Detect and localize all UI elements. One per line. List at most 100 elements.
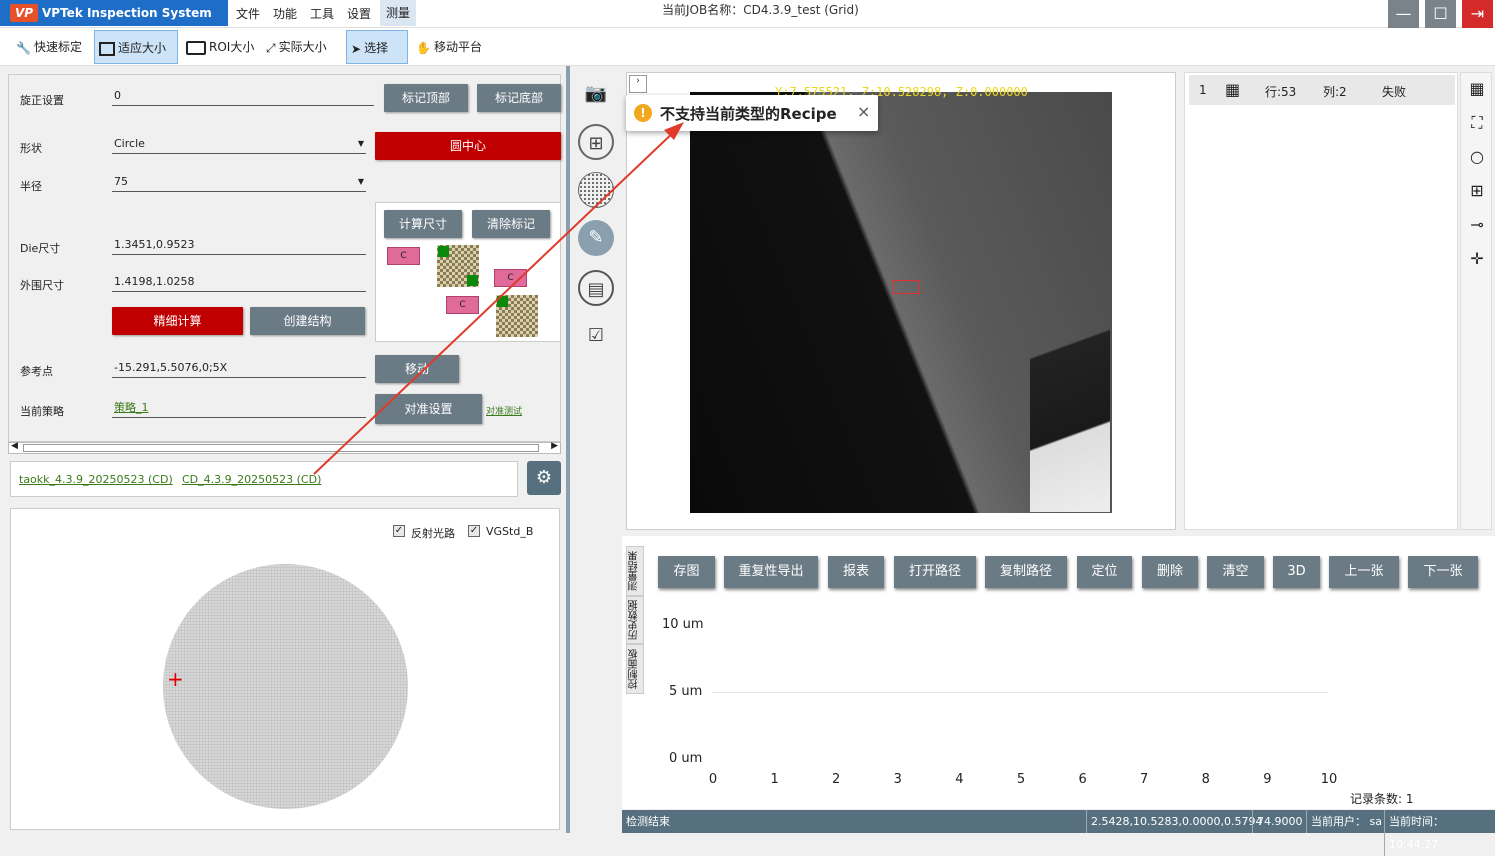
circle-tool-icon[interactable]: ○ [1465, 145, 1489, 169]
x-tick-label: 6 [1078, 772, 1087, 787]
rotation-label: 旋正设置 [20, 94, 64, 107]
x-tick-label: 0 [708, 772, 718, 787]
strategy-label: 当前策略 [20, 405, 64, 418]
vgstd-label: VGStd_B [486, 525, 534, 538]
recipe-link-cd[interactable]: CD_4.3.9_20250523 (CD) [182, 473, 321, 486]
quick-calib-button[interactable]: 🔧 快速标定 [12, 30, 92, 64]
delete-button[interactable]: 删除 [1142, 556, 1198, 588]
view-tools: ▦ ⛶ ○ ⊞ ⊸ ✛ [1460, 72, 1492, 530]
line-tool-icon[interactable]: ⊸ [1465, 213, 1489, 237]
scroll-right-icon[interactable]: ▶ [551, 441, 558, 451]
zoom-in-icon[interactable]: ⊞ [1465, 179, 1489, 203]
menu-function[interactable]: 功能 [273, 5, 297, 22]
wafer-map[interactable] [163, 564, 408, 809]
checklist-icon[interactable]: ☑ [578, 318, 614, 354]
fit-view-icon[interactable]: ⛶ [1465, 111, 1489, 135]
y-tick-label: 10 um [662, 617, 704, 632]
camera-image[interactable] [690, 92, 1112, 513]
marker-square [467, 275, 478, 286]
image-chart-icon[interactable]: ▤ [578, 270, 614, 306]
recipe-refresh-button[interactable]: ⚙ [527, 461, 561, 495]
outer-size-input[interactable]: 1.4198,1.0258 [112, 274, 366, 292]
rotation-input[interactable]: 0 [112, 88, 374, 106]
grid-config-icon[interactable]: ⊞ [578, 124, 614, 160]
outer-size-label: 外围尺寸 [20, 279, 64, 292]
menu-settings[interactable]: 设置 [347, 5, 371, 22]
repeat-export-button[interactable]: 重复性导出 [724, 556, 818, 588]
strategy-link[interactable]: 策略_1 [112, 400, 366, 418]
x-tick-label: 3 [893, 772, 902, 787]
tab-control-panel[interactable]: 控制面板 [626, 644, 644, 694]
image-viewer[interactable]: › Y:7.575521, Z:10.528298, Z:0.000000 [626, 72, 1176, 530]
exit-button[interactable]: ⇥ [1462, 0, 1493, 28]
actual-size-button[interactable]: ⤢ 实际大小 [262, 30, 342, 64]
next-button[interactable]: 下一张 [1408, 556, 1478, 588]
menu-measure[interactable]: 测量 [380, 0, 417, 26]
recipe-link-taokk[interactable]: taokk_4.3.9_20250523 (CD) [19, 473, 173, 486]
calc-size-button[interactable]: 计算尺寸 [384, 210, 462, 238]
scroll-left-icon[interactable]: ◀ [11, 441, 18, 451]
marker-square [497, 296, 508, 307]
horizontal-scrollbar[interactable]: ◀ ▶ [8, 441, 561, 454]
tab-history[interactable]: 历史数据 [626, 596, 644, 644]
status-message: 检测结束 [626, 815, 670, 828]
save-image-button[interactable]: 存图 [658, 556, 715, 588]
shape-select[interactable]: Circle ▼ [112, 136, 366, 154]
move-stage-button[interactable]: ✋ 移动平台 [412, 30, 496, 64]
status-user: 当前用户： sa [1306, 810, 1382, 833]
clear-mark-button[interactable]: 清除标记 [472, 210, 550, 238]
open-path-button[interactable]: 打开路径 [894, 556, 976, 588]
move-button[interactable]: 移动 [375, 355, 459, 383]
status-time: 当前时间： 10:44:27 [1384, 810, 1495, 856]
collapse-button[interactable]: › [629, 75, 647, 93]
recipe-list: taokk_4.3.9_20250523 (CD) CD_4.3.9_20250… [10, 461, 518, 497]
mark-bottom-button[interactable]: 标记底部 [477, 84, 561, 112]
select-button[interactable]: ➤ 选择 [346, 30, 408, 64]
tab-measure-results[interactable]: 测量结果 [626, 546, 644, 596]
result-row[interactable]: 1 ▦ 行:53 列:2 失败 [1189, 75, 1455, 105]
minimize-button[interactable]: — [1388, 0, 1419, 28]
status-value: 74.9000 [1252, 810, 1303, 833]
copy-path-button[interactable]: 复制路径 [985, 556, 1067, 588]
ruler-icon[interactable]: ✎ [578, 220, 614, 256]
chip-c-1: C [387, 247, 420, 265]
job-title: 当前JOB名称：CD4.3.9_test (Grid) [662, 3, 859, 17]
locate-button[interactable]: 定位 [1077, 556, 1132, 588]
scroll-thumb[interactable] [23, 444, 539, 452]
grid-line [712, 692, 1328, 693]
radius-select[interactable]: 75 ▼ [112, 174, 366, 192]
fine-calc-button[interactable]: 精细计算 [112, 307, 243, 335]
ref-point-label: 参考点 [20, 365, 53, 378]
marker-square [438, 246, 449, 257]
roi-rect-icon [186, 40, 206, 55]
prev-button[interactable]: 上一张 [1329, 556, 1399, 588]
align-setting-button[interactable]: 对准设置 [375, 394, 482, 424]
3d-button[interactable]: 3D [1273, 556, 1320, 588]
menu-tools[interactable]: 工具 [310, 5, 334, 22]
align-test-link[interactable]: 对准测试 [486, 404, 522, 417]
camera-icon[interactable]: 📷 [578, 76, 614, 112]
menu-file[interactable]: 文件 [236, 5, 260, 22]
close-icon[interactable]: × [857, 102, 870, 121]
maximize-button[interactable]: ☐ [1425, 0, 1456, 28]
dropdown-arrow-icon: ▼ [357, 139, 364, 148]
create-struct-button[interactable]: 创建结构 [250, 307, 365, 335]
hand-icon: ✋ [416, 40, 431, 55]
fit-size-button[interactable]: 适应大小 [94, 30, 178, 64]
roi-box[interactable] [892, 280, 920, 294]
crosshair-tool-icon[interactable]: ✛ [1465, 247, 1489, 271]
reflect-checkbox[interactable]: ✓ [393, 525, 405, 537]
wafer-grid-icon[interactable] [578, 172, 614, 208]
ref-point-input[interactable]: -15.291,5.5076,0;5X [112, 360, 366, 378]
roi-size-button[interactable]: ROI大小 [182, 30, 258, 64]
vgstd-checkbox[interactable]: ✓ [468, 525, 480, 537]
die-size-input[interactable]: 1.3451,0.9523 [112, 237, 366, 255]
report-button[interactable]: 报表 [828, 556, 884, 588]
x-tick-label: 10 [1320, 772, 1338, 787]
grid-view-icon[interactable]: ▦ [1465, 77, 1489, 101]
toast-message: 不支持当前类型的Recipe [660, 105, 837, 123]
circle-center-button[interactable]: 圆中心 [375, 132, 561, 160]
mark-top-button[interactable]: 标记顶部 [384, 84, 468, 112]
clear-button[interactable]: 清空 [1207, 556, 1264, 588]
x-tick-label: 2 [832, 772, 841, 787]
